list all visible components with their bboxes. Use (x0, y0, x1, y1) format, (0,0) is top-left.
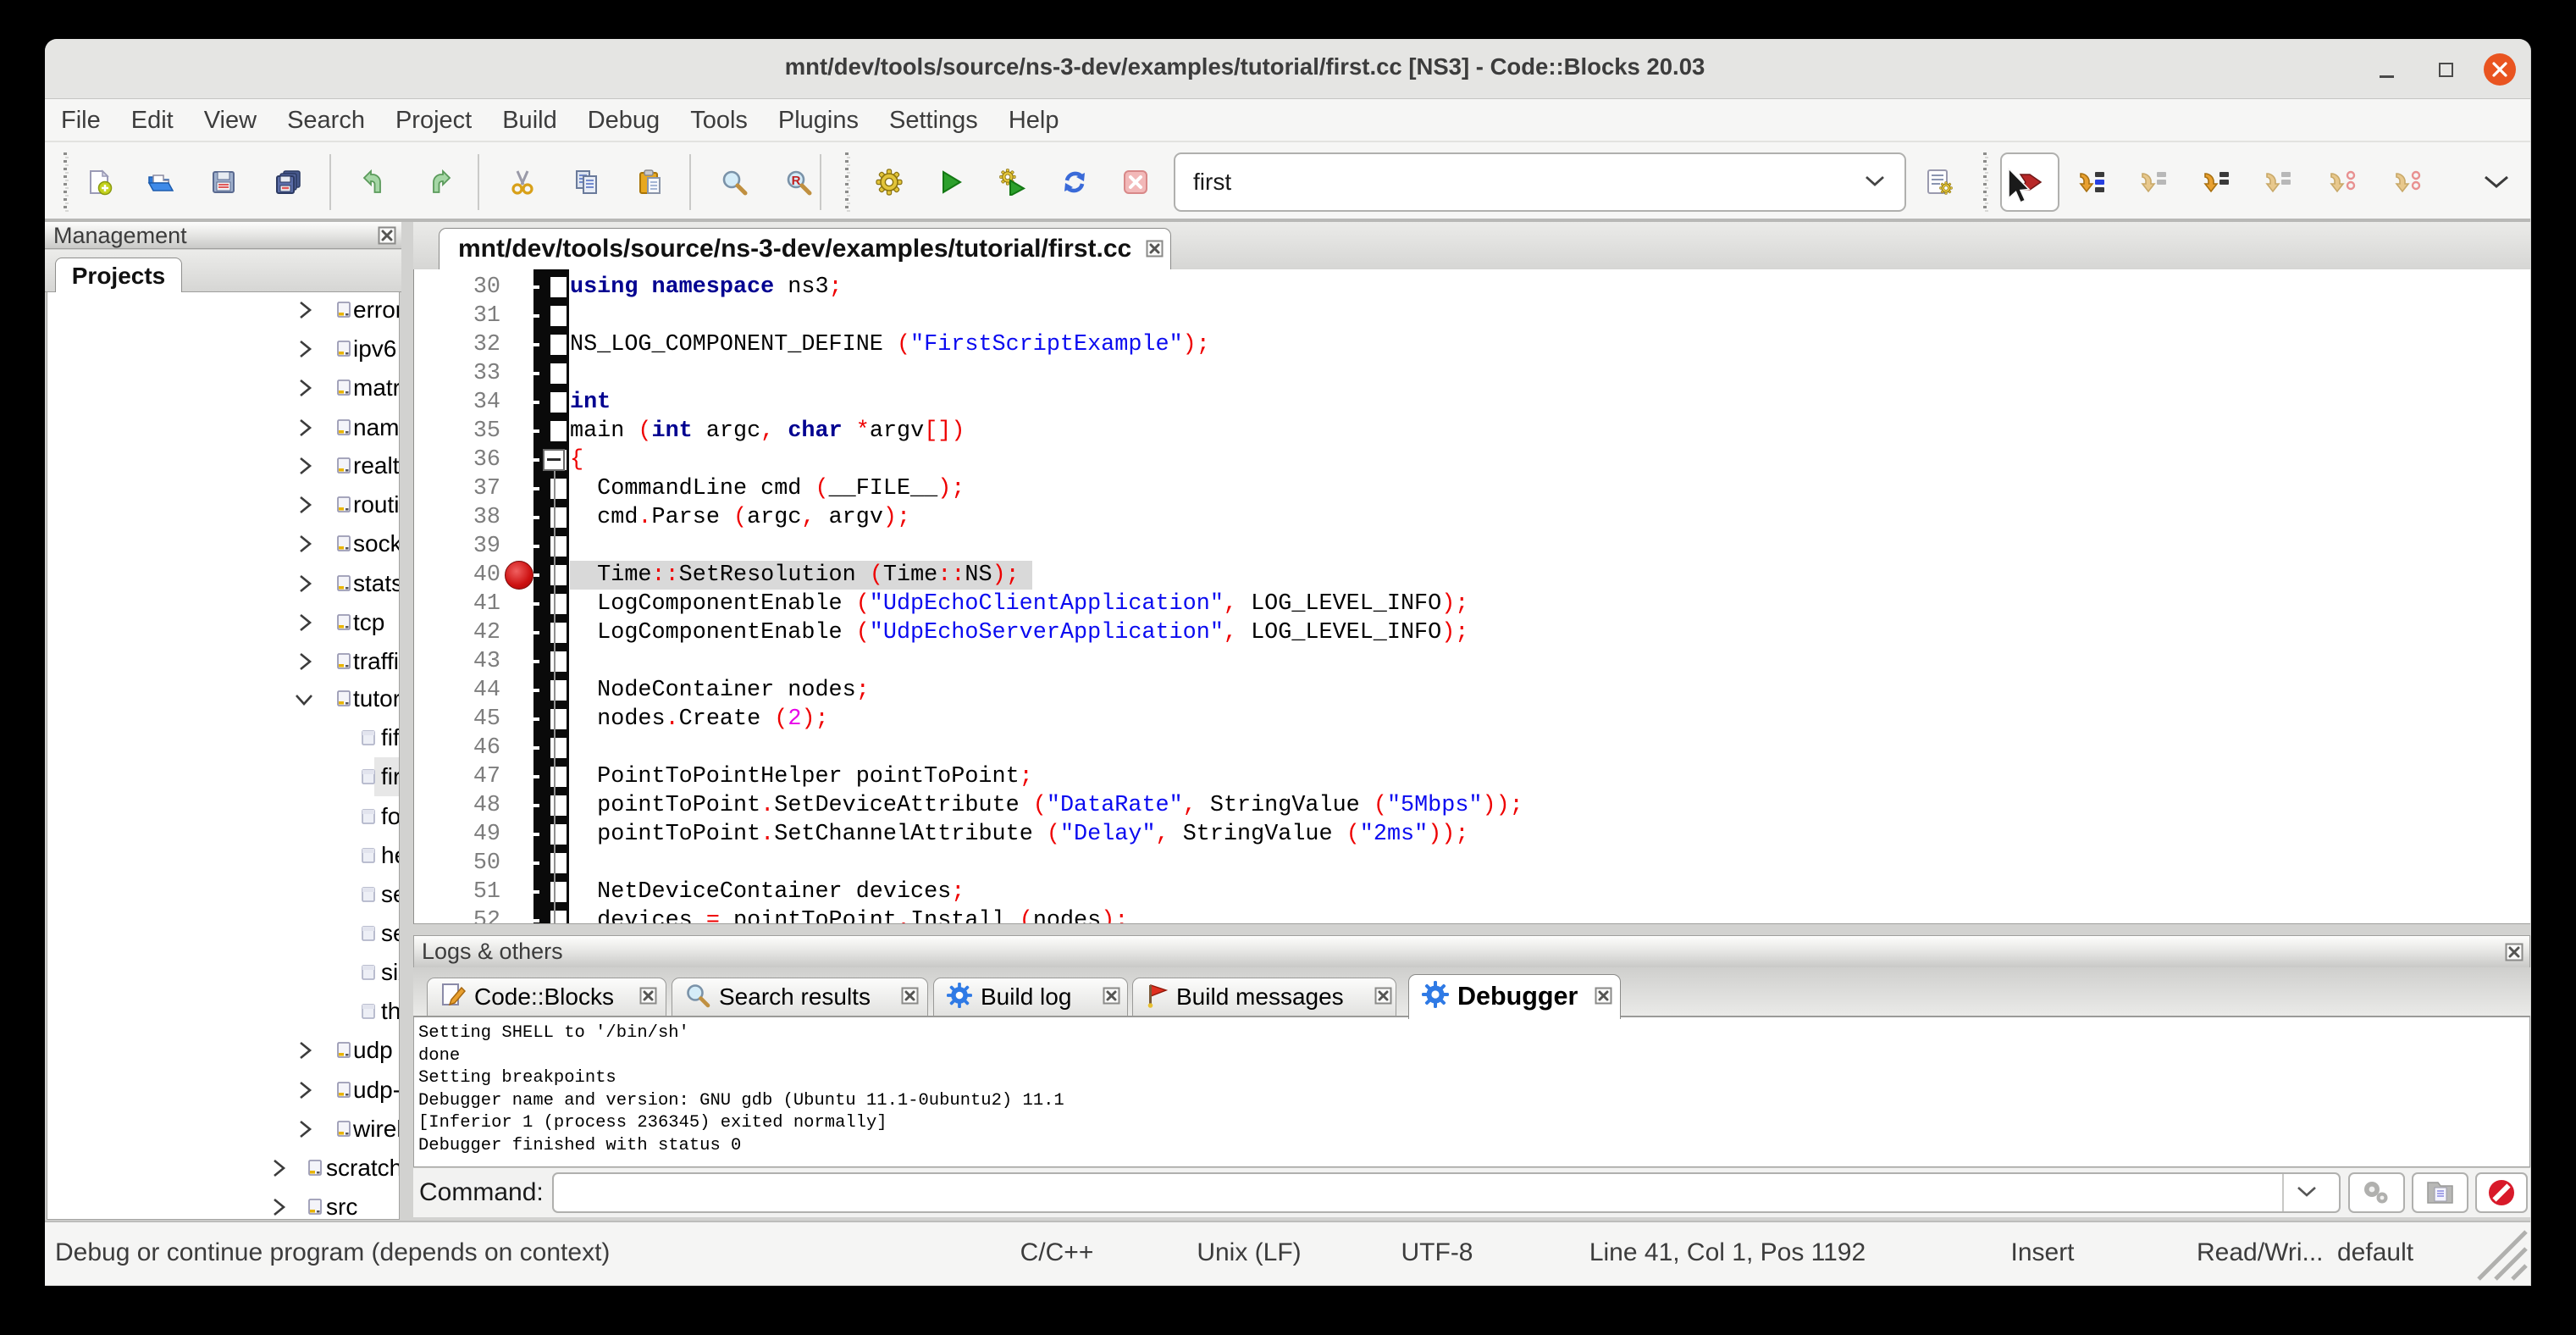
svg-text:R: R (792, 174, 801, 188)
